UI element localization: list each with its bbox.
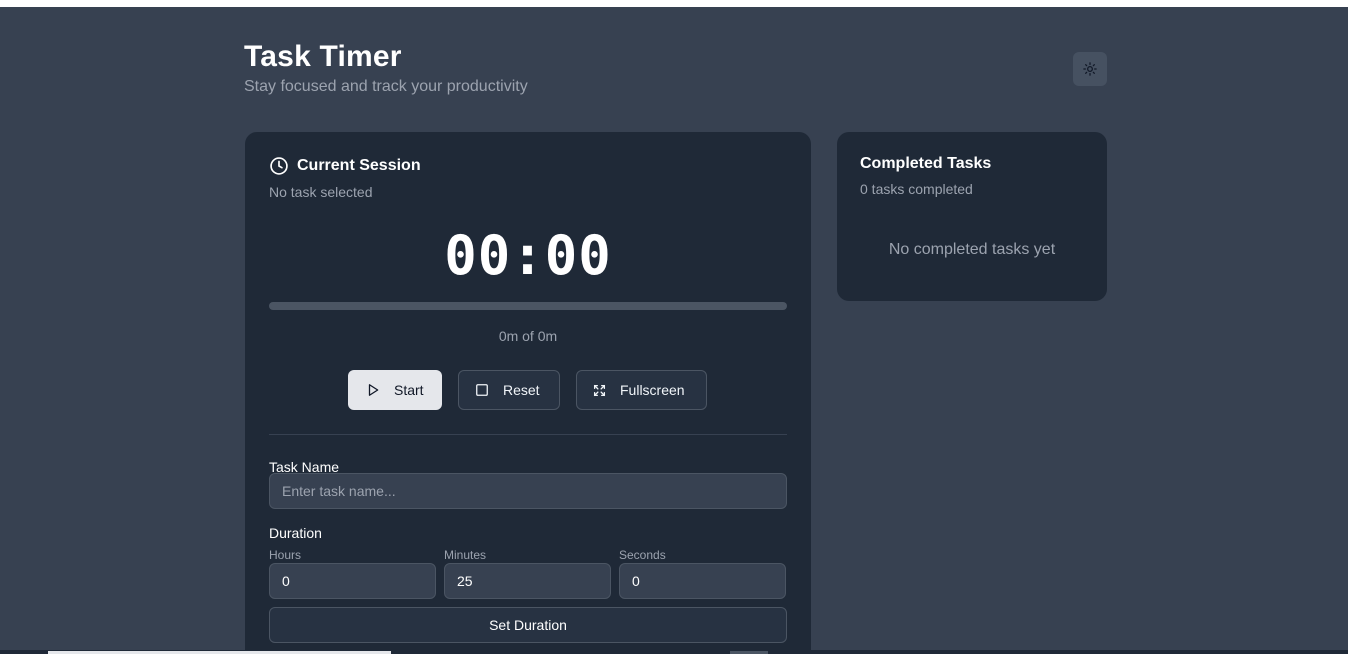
bottom-scrollbar <box>0 650 1348 654</box>
completed-tasks-title: Completed Tasks <box>860 155 992 172</box>
completed-tasks-card: Completed Tasks 0 tasks completed No com… <box>837 132 1107 301</box>
completed-tasks-count: 0 tasks completed <box>860 181 973 197</box>
minutes-label: Minutes <box>444 548 487 562</box>
fullscreen-button-label: Fullscreen <box>620 382 685 398</box>
minutes-input[interactable] <box>444 563 611 599</box>
play-icon <box>368 384 379 396</box>
hours-input[interactable] <box>269 563 436 599</box>
seconds-input[interactable] <box>619 563 786 599</box>
duration-label: Duration <box>269 525 322 541</box>
app-container: Task Timer Stay focused and track your p… <box>0 7 1348 650</box>
clock-icon <box>270 157 288 175</box>
reset-button-label: Reset <box>503 382 540 398</box>
start-button[interactable]: Start <box>348 370 442 410</box>
section-divider <box>269 434 787 435</box>
set-duration-label: Set Duration <box>489 617 567 633</box>
reset-button[interactable]: Reset <box>458 370 560 410</box>
theme-toggle-button[interactable] <box>1073 52 1107 86</box>
square-icon <box>476 384 488 396</box>
seconds-label: Seconds <box>619 548 666 562</box>
current-session-card: Current Session No task selected 00:00 0… <box>245 132 811 650</box>
task-status: No task selected <box>269 184 373 200</box>
timer-display: 00:00 <box>444 224 612 287</box>
task-name-input[interactable] <box>269 473 787 509</box>
progress-text: 0m of 0m <box>498 328 558 344</box>
page-title: Task Timer <box>244 40 402 73</box>
completed-empty-message: No completed tasks yet <box>888 241 1056 258</box>
session-title: Current Session <box>297 157 421 174</box>
set-duration-button[interactable]: Set Duration <box>269 607 787 643</box>
page-subtitle: Stay focused and track your productivity <box>244 78 528 95</box>
fullscreen-button[interactable]: Fullscreen <box>576 370 707 410</box>
sun-icon <box>1083 62 1097 76</box>
start-button-label: Start <box>394 382 424 398</box>
progress-bar <box>269 302 787 310</box>
hours-label: Hours <box>269 548 302 562</box>
expand-icon <box>593 384 606 396</box>
